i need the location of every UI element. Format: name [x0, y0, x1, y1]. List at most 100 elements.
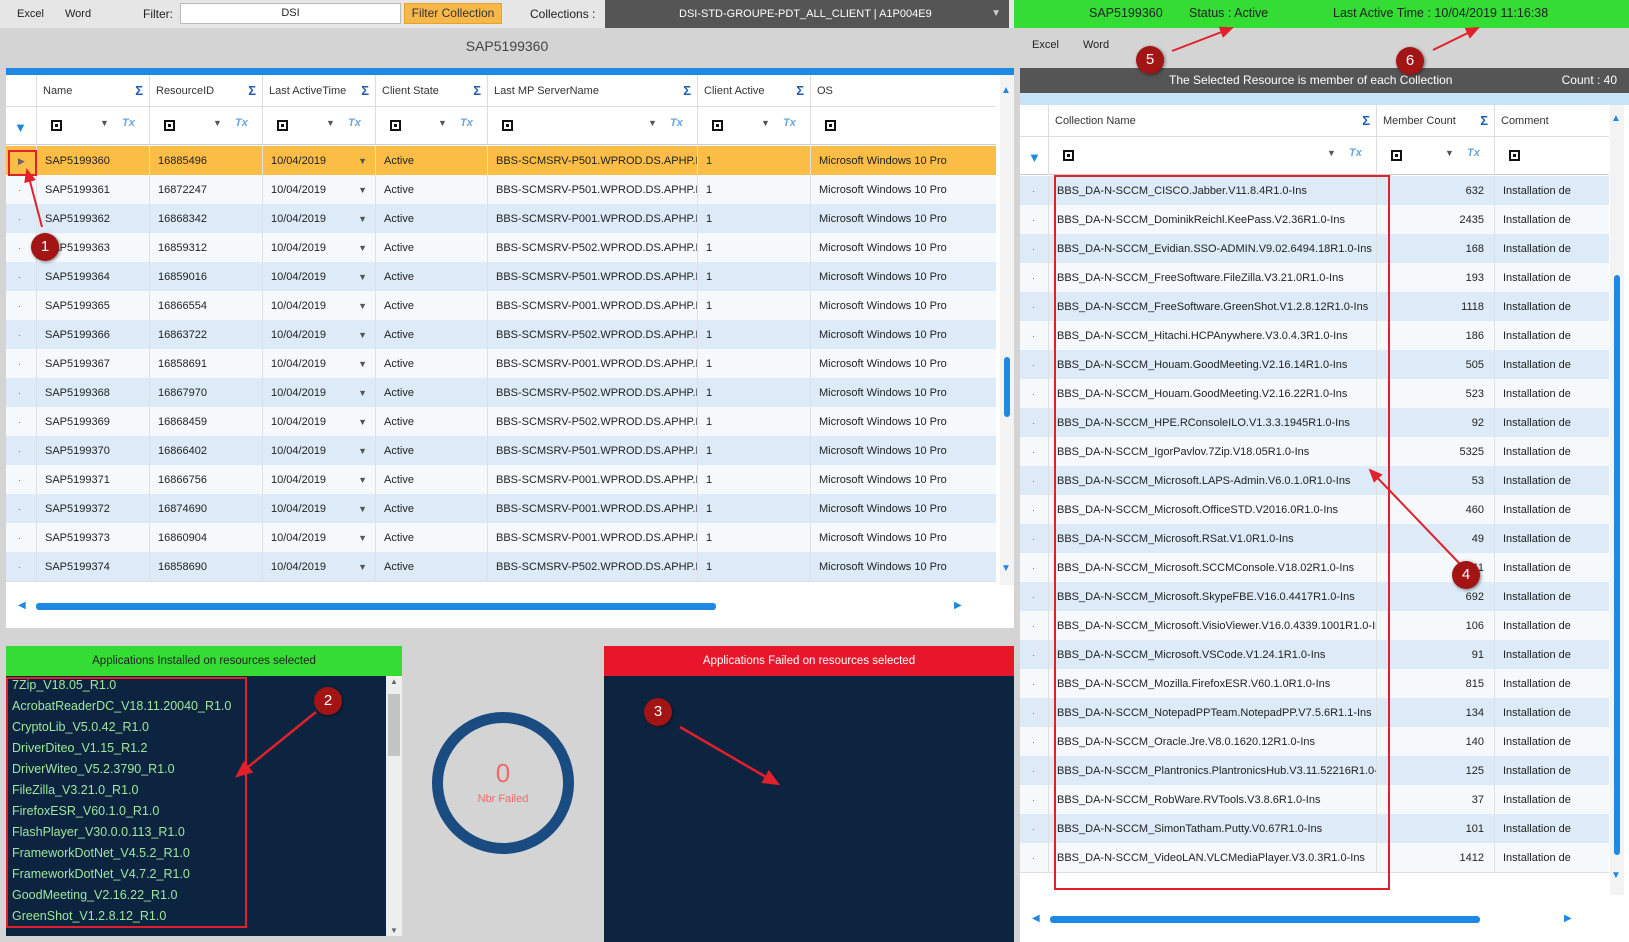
- sigma-icon[interactable]: Σ: [796, 75, 804, 107]
- scroll-left-icon[interactable]: ◀: [1032, 913, 1040, 924]
- column-header[interactable]: Last ActiveTime Σ: [262, 75, 375, 107]
- table-row[interactable]: · SAP5199369 16868459 10/04/2019 ▼ Active BBS-…: [6, 407, 996, 437]
- column-header[interactable]: Name Σ: [36, 75, 149, 107]
- dropdown-arrow-icon[interactable]: ▼: [648, 118, 657, 128]
- select-all-checkbox-icon[interactable]: [712, 120, 723, 131]
- row-indicator-icon[interactable]: ·: [1032, 321, 1035, 351]
- table-row[interactable]: · SAP5199367 16858691 10/04/2019 ▼ Active BBS-…: [6, 349, 996, 379]
- row-indicator-icon[interactable]: ·: [18, 262, 21, 292]
- dropdown-arrow-icon[interactable]: ▼: [358, 523, 367, 553]
- clear-filter-icon[interactable]: Tx: [122, 117, 135, 129]
- column-header[interactable]: Client Active Σ: [697, 75, 810, 107]
- row-indicator-icon[interactable]: ·: [18, 552, 21, 582]
- row-indicator-icon[interactable]: ·: [1032, 669, 1035, 699]
- column-filter[interactable]: ▼ Tx: [1376, 137, 1494, 175]
- sigma-icon[interactable]: Σ: [473, 75, 481, 107]
- row-indicator-icon[interactable]: ·: [18, 204, 21, 234]
- row-indicator-icon[interactable]: ·: [1032, 437, 1035, 467]
- dropdown-arrow-icon[interactable]: ▼: [358, 349, 367, 379]
- scroll-down-icon[interactable]: ▼: [1611, 870, 1621, 881]
- dropdown-arrow-icon[interactable]: ▼: [358, 407, 367, 437]
- row-indicator-icon[interactable]: ·: [18, 378, 21, 408]
- row-indicator-icon[interactable]: ·: [1032, 582, 1035, 612]
- dropdown-arrow-icon[interactable]: ▼: [358, 262, 367, 292]
- column-filter[interactable]: [810, 107, 1000, 145]
- scroll-down-icon[interactable]: ▼: [390, 926, 398, 935]
- right-word-export-link[interactable]: Word: [1083, 39, 1109, 51]
- scroll-right-icon[interactable]: ▶: [1564, 913, 1572, 924]
- row-indicator-icon[interactable]: ·: [1032, 292, 1035, 322]
- select-all-checkbox-icon[interactable]: [390, 120, 401, 131]
- sigma-icon[interactable]: Σ: [683, 75, 691, 107]
- clear-filter-icon[interactable]: Tx: [460, 117, 473, 129]
- scroll-down-icon[interactable]: ▼: [1001, 563, 1011, 574]
- row-indicator-icon[interactable]: ·: [1032, 814, 1035, 844]
- row-indicator-icon[interactable]: ·: [18, 407, 21, 437]
- column-filter[interactable]: ▼ Tx: [1048, 137, 1376, 175]
- column-header[interactable]: ResourceID Σ: [149, 75, 262, 107]
- row-indicator-icon[interactable]: ·: [18, 523, 21, 553]
- collections-horizontal-scroll-thumb[interactable]: [1050, 916, 1480, 923]
- scroll-up-icon[interactable]: ▲: [1001, 85, 1011, 96]
- clear-filter-icon[interactable]: Tx: [783, 117, 796, 129]
- dropdown-arrow-icon[interactable]: ▼: [358, 320, 367, 350]
- row-indicator-icon[interactable]: ·: [1032, 785, 1035, 815]
- scroll-up-icon[interactable]: ▲: [1611, 113, 1621, 124]
- row-indicator-icon[interactable]: ·: [1032, 698, 1035, 728]
- column-filter[interactable]: ▼ Tx: [262, 107, 375, 145]
- dropdown-arrow-icon[interactable]: ▼: [326, 118, 335, 128]
- dropdown-arrow-icon[interactable]: ▼: [1445, 148, 1454, 158]
- table-row[interactable]: · SAP5199372 16874690 10/04/2019 ▼ Active BBS-…: [6, 494, 996, 524]
- column-header[interactable]: Client State Σ: [375, 75, 487, 107]
- grid-vertical-scrollbar[interactable]: ▲ ▼: [1000, 75, 1014, 585]
- row-indicator-icon[interactable]: ·: [1032, 205, 1035, 235]
- sigma-icon[interactable]: Σ: [361, 75, 369, 107]
- filter-input[interactable]: DSI: [180, 3, 401, 24]
- select-all-checkbox-icon[interactable]: [502, 120, 513, 131]
- row-indicator-icon[interactable]: ·: [1032, 408, 1035, 438]
- table-row[interactable]: · SAP5199373 16860904 10/04/2019 ▼ Active BBS-…: [6, 523, 996, 553]
- sigma-icon[interactable]: Σ: [1480, 105, 1488, 137]
- select-all-checkbox-icon[interactable]: [1063, 150, 1074, 161]
- row-indicator-icon[interactable]: ·: [18, 320, 21, 350]
- sigma-icon[interactable]: Σ: [1362, 105, 1370, 137]
- scroll-left-icon[interactable]: ◀: [18, 600, 26, 611]
- column-filter[interactable]: ▼ Tx: [697, 107, 810, 145]
- sigma-icon[interactable]: Σ: [135, 75, 143, 107]
- installed-apps-scrollbar[interactable]: ▲ ▼: [386, 676, 402, 936]
- dropdown-arrow-icon[interactable]: ▼: [761, 118, 770, 128]
- row-indicator-icon[interactable]: ·: [1032, 495, 1035, 525]
- dropdown-arrow-icon[interactable]: ▼: [438, 118, 447, 128]
- row-indicator-icon[interactable]: ·: [1032, 756, 1035, 786]
- row-indicator-icon[interactable]: ·: [1032, 727, 1035, 757]
- row-indicator-icon[interactable]: ·: [1032, 263, 1035, 293]
- select-all-checkbox-icon[interactable]: [825, 120, 836, 131]
- column-filter[interactable]: ▼ Tx: [36, 107, 149, 145]
- column-header[interactable]: Last MP ServerName Σ: [487, 75, 697, 107]
- row-indicator-icon[interactable]: ·: [18, 494, 21, 524]
- row-indicator-icon[interactable]: ·: [18, 291, 21, 321]
- row-indicator-icon[interactable]: ·: [18, 175, 21, 205]
- row-indicator-icon[interactable]: ·: [1032, 350, 1035, 380]
- clear-filter-icon[interactable]: Tx: [670, 117, 683, 129]
- clear-filter-icon[interactable]: Tx: [235, 117, 248, 129]
- dropdown-arrow-icon[interactable]: ▼: [358, 436, 367, 466]
- dropdown-arrow-icon[interactable]: ▼: [358, 465, 367, 495]
- sigma-icon[interactable]: Σ: [248, 75, 256, 107]
- row-indicator-icon[interactable]: ·: [1032, 611, 1035, 641]
- grid-vertical-scroll-thumb[interactable]: [1004, 357, 1010, 417]
- column-filter[interactable]: ▼ Tx: [375, 107, 487, 145]
- row-indicator-icon[interactable]: ·: [1032, 466, 1035, 496]
- word-export-link[interactable]: Word: [65, 8, 91, 20]
- select-all-checkbox-icon[interactable]: [1391, 150, 1402, 161]
- row-indicator-icon[interactable]: ·: [1032, 379, 1035, 409]
- dropdown-arrow-icon[interactable]: ▼: [358, 291, 367, 321]
- table-row[interactable]: · SAP5199365 16866554 10/04/2019 ▼ Active BBS-…: [6, 291, 996, 321]
- grid-horizontal-scroll-thumb[interactable]: [36, 603, 716, 610]
- row-indicator-icon[interactable]: ·: [18, 349, 21, 379]
- row-indicator-icon[interactable]: ·: [1032, 843, 1035, 873]
- row-indicator-icon[interactable]: ·: [1032, 640, 1035, 670]
- dropdown-arrow-icon[interactable]: ▼: [358, 233, 367, 263]
- column-header[interactable]: Member Count Σ: [1376, 105, 1494, 137]
- clear-filter-icon[interactable]: Tx: [1349, 147, 1362, 159]
